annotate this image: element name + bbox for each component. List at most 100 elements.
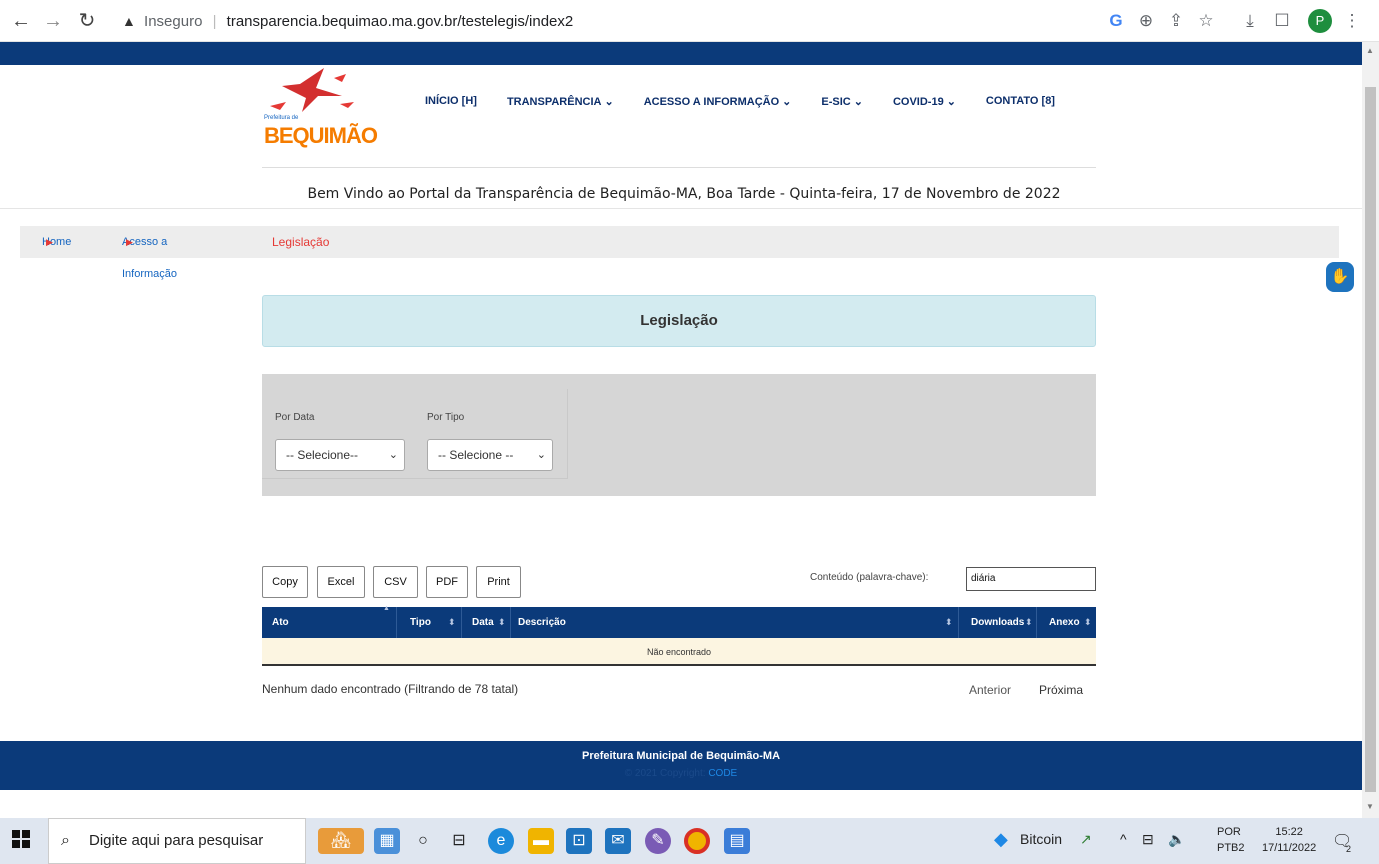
col-descricao[interactable]: Descrição [518,607,566,638]
nav-covid-label: COVID-19 [892,96,944,108]
caret-right-icon: ▶ [46,237,53,247]
footer-copyright: © 2021 Copyright: CODE [0,768,1362,779]
accessibility-hand-icon[interactable]: ✋ [1326,262,1354,292]
print-button[interactable]: Print [476,566,521,598]
search-input[interactable]: diária [966,567,1096,591]
chrome-icon[interactable] [684,828,710,854]
column-divider [396,607,397,638]
city-icon[interactable]: ▦ [374,828,400,854]
page-scrollbar[interactable]: ▲ ▼ [1362,42,1379,818]
tab-icon[interactable]: ☐ [1270,9,1294,33]
welcome-divider [0,208,1362,209]
col-downloads[interactable]: Downloads [971,607,1024,638]
excel-button[interactable]: Excel [317,566,365,598]
sort-icon: ⬍ [448,617,456,627]
warning-icon: ▲ [122,13,136,29]
chevron-down-icon: ⌄ [782,96,792,108]
profile-avatar[interactable]: P [1308,9,1332,33]
taskbar: ⌕ Digite aqui para pesquisar 🏘 ▦ ○ ⊟ e ▬… [0,818,1379,864]
pdf-button[interactable]: PDF [426,566,468,598]
nav-inicio[interactable]: INÍCIO [H] [425,95,477,108]
file-explorer-icon[interactable]: ▬ [528,828,554,854]
next-page-button[interactable]: Próxima [1039,683,1083,697]
mail-icon[interactable]: ✉ [605,828,631,854]
sort-icon: ⬍ [1025,617,1033,627]
windows-start-icon[interactable] [12,830,34,852]
site-logo[interactable]: Prefeitura de BEQUIMÃO [262,66,382,152]
volume-icon[interactable]: 🔈 [1168,831,1185,848]
col-ato[interactable]: Ato [272,607,289,638]
trend-up-icon[interactable]: ↗ [1080,831,1092,848]
type-filter-label: Por Tipo [427,412,465,423]
chevron-down-icon: ⌄ [604,96,614,108]
chevron-up-icon[interactable]: ^ [1120,831,1127,847]
clock-date: 17/11/2022 [1262,842,1317,854]
share-icon[interactable]: ⇪ [1164,9,1188,33]
chevron-down-icon: ⌄ [853,96,863,108]
top-band [0,42,1362,65]
task-view-icon[interactable]: ⊟ [446,828,472,854]
cortana-icon[interactable]: ○ [410,828,436,854]
column-divider [461,607,462,638]
caret-right-icon: ▶ [126,237,133,247]
bitcoin-icon[interactable]: ◆ [994,829,1008,850]
table-header: Ato ▲ Tipo ⬍ Data ⬍ Descrição ⬍ Download… [262,605,1096,638]
nav-esic[interactable]: E-SIC ⌄ [821,95,863,108]
table-info: Nenhum dado encontrado (Filtrando de 78 … [262,682,519,696]
language-indicator[interactable]: POR PTB2 [1217,824,1245,856]
scroll-down-icon[interactable]: ▼ [1366,802,1374,811]
bookmark-star-icon[interactable]: ☆ [1194,9,1218,33]
nav-esic-label: E-SIC [821,96,851,108]
network-icon[interactable]: ⊟ [1142,831,1154,848]
search-label: Conteúdo (palavra-chave): [810,572,929,583]
header-divider [262,167,1096,168]
calculator-icon[interactable]: ▤ [724,828,750,854]
breadcrumb-current: Legislação [272,235,330,249]
scroll-up-icon[interactable]: ▲ [1366,46,1374,55]
insecure-label: Inseguro [144,13,203,30]
bitcoin-label[interactable]: Bitcoin [1020,831,1062,847]
type-filter-select[interactable]: -- Selecione -- ⌄ [427,439,553,471]
csv-button[interactable]: CSV [373,566,418,598]
sort-icon: ⬍ [498,617,506,627]
news-weather-icon[interactable]: 🏘 [318,828,364,854]
store-icon[interactable]: ⊡ [566,828,592,854]
page-viewport: Prefeitura de BEQUIMÃO INÍCIO [H] TRANSP… [0,42,1362,818]
scrollbar-thumb[interactable] [1365,87,1376,792]
nav-covid[interactable]: COVID-19 ⌄ [893,95,956,108]
google-icon[interactable]: G [1104,9,1128,33]
footer-title: Prefeitura Municipal de Bequimão-MA [581,750,781,762]
taskbar-search-placeholder: Digite aqui para pesquisar [89,832,264,849]
copy-button[interactable]: Copy [262,566,308,598]
clock-time: 15:22 [1275,826,1303,838]
edge-icon[interactable]: e [488,828,514,854]
download-icon[interactable]: ⤓ [1238,9,1262,33]
url-text: transparencia.bequimao.ma.gov.br/testele… [226,13,574,30]
column-divider [510,607,511,638]
search-icon: ⌕ [61,832,70,849]
col-anexo[interactable]: Anexo [1049,607,1080,638]
address-separator: | [212,13,217,30]
nav-transparencia[interactable]: TRANSPARÊNCIA ⌄ [507,95,614,108]
col-tipo[interactable]: Tipo [410,607,431,638]
footer-brand-link[interactable]: CODE [708,768,737,779]
forward-icon[interactable]: → [40,8,66,34]
chevron-down-icon: ⌄ [536,449,546,461]
paint-icon[interactable]: ✎ [645,828,671,854]
menu-icon[interactable]: ⋮ [1340,9,1364,33]
nav-acesso-informacao[interactable]: ACESSO A INFORMAÇÃO ⌄ [644,95,792,108]
zoom-icon[interactable]: ⊕ [1134,9,1158,33]
taskbar-search[interactable]: ⌕ Digite aqui para pesquisar [48,818,306,864]
clock[interactable]: 15:22 17/11/2022 [1262,824,1316,856]
reload-icon[interactable]: ↻ [74,8,100,34]
welcome-message: Bem Vindo ao Portal da Transparência de … [307,186,1061,202]
nav-contato[interactable]: CONTATO [8] [986,95,1055,108]
nav-acesso-label: ACESSO A INFORMAÇÃO [643,96,780,108]
back-icon[interactable]: ← [8,8,34,34]
col-data[interactable]: Data [472,607,494,638]
previous-page-button[interactable]: Anterior [969,683,1011,697]
date-filter-select[interactable]: -- Selecione-- ⌄ [275,439,405,471]
logo-name: BEQUIMÃO [264,123,378,148]
address-bar[interactable]: ▲ Inseguro | transparencia.bequimao.ma.g… [112,5,1242,37]
chevron-down-icon: ⌄ [388,449,398,461]
